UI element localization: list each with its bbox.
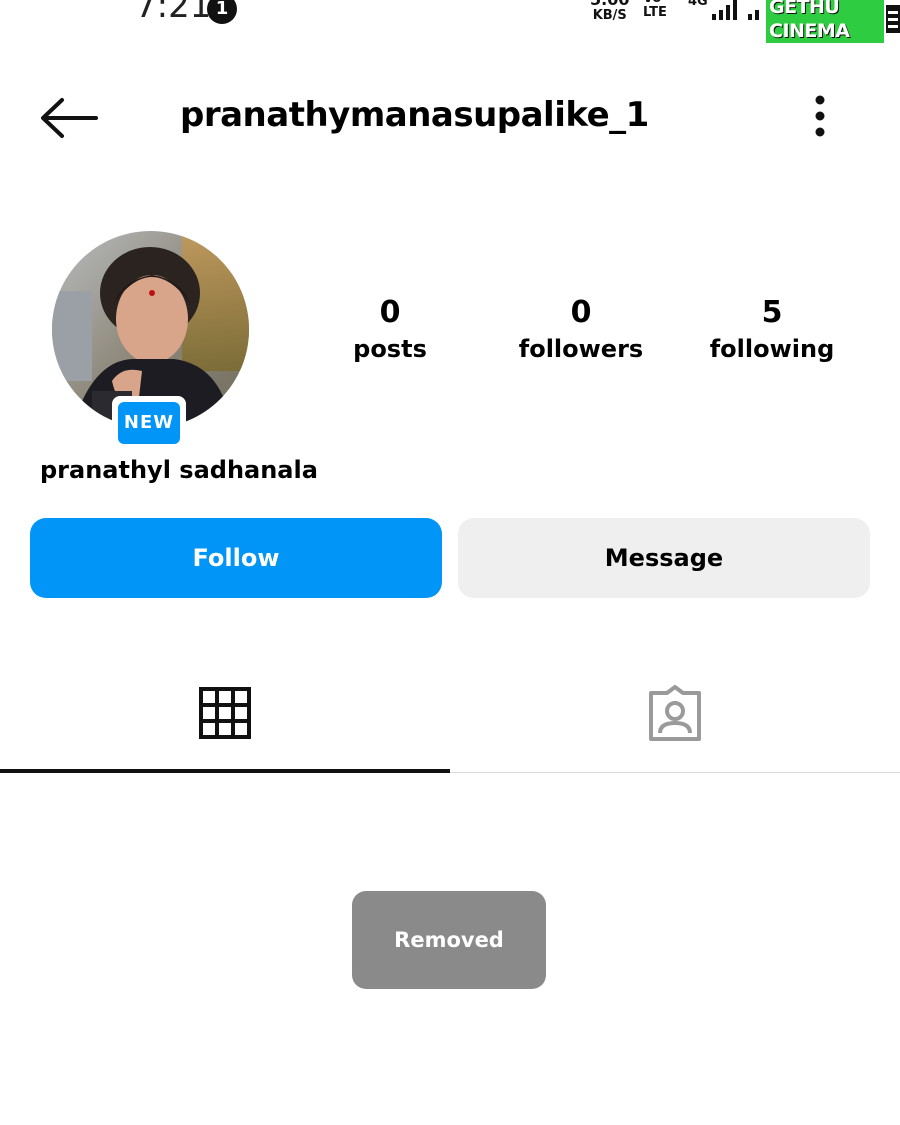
removed-toast: Removed bbox=[352, 891, 546, 989]
stat-followers[interactable]: 0 followers bbox=[481, 295, 681, 367]
network-speed-value: 5.00 bbox=[590, 0, 629, 8]
vertical-dots-icon bbox=[815, 95, 825, 137]
stat-following-label: following bbox=[709, 335, 835, 363]
tagged-person-icon bbox=[649, 685, 701, 741]
stat-followers-value: 0 bbox=[570, 295, 592, 330]
tab-tagged[interactable] bbox=[450, 660, 900, 772]
back-button[interactable] bbox=[38, 96, 100, 140]
status-time: 7:21 bbox=[135, 0, 212, 26]
stat-following[interactable]: 5 following bbox=[672, 295, 872, 367]
network-speed-unit: KB/S bbox=[592, 8, 627, 23]
volte-bottom: LTE bbox=[643, 5, 667, 20]
follow-button[interactable]: Follow bbox=[30, 518, 442, 598]
new-badge-label: NEW bbox=[118, 402, 180, 444]
stat-posts-label: posts bbox=[353, 335, 427, 363]
display-name: pranathyl sadhanala bbox=[40, 456, 318, 484]
volte-indicator: Vo LTE bbox=[643, 0, 667, 20]
film-strip-icon bbox=[886, 5, 900, 33]
stat-posts-value: 0 bbox=[379, 295, 401, 330]
profile-username: pranathymanasupalike_1 bbox=[180, 95, 649, 135]
arrow-left-icon bbox=[41, 98, 98, 138]
grid-icon bbox=[199, 687, 251, 739]
tab-posts-grid[interactable] bbox=[0, 660, 450, 772]
signal-strength-icon bbox=[712, 0, 737, 20]
stat-followers-label: followers bbox=[518, 335, 644, 363]
watermark-logo: GETHU CINEMA bbox=[766, 0, 900, 43]
more-options-button[interactable] bbox=[804, 94, 836, 138]
signal-strength-icon-2 bbox=[748, 4, 759, 20]
new-profile-badge: NEW bbox=[112, 396, 186, 450]
notification-count-badge: 1 bbox=[207, 0, 237, 24]
stat-following-value: 5 bbox=[761, 295, 783, 330]
network-type: 4G bbox=[688, 0, 708, 9]
stat-posts[interactable]: 0 posts bbox=[290, 295, 490, 367]
watermark-text: GETHU CINEMA bbox=[766, 0, 885, 43]
network-speed: 5.00 KB/S bbox=[590, 0, 629, 24]
message-button[interactable]: Message bbox=[458, 518, 870, 598]
active-tab-indicator bbox=[0, 769, 450, 773]
